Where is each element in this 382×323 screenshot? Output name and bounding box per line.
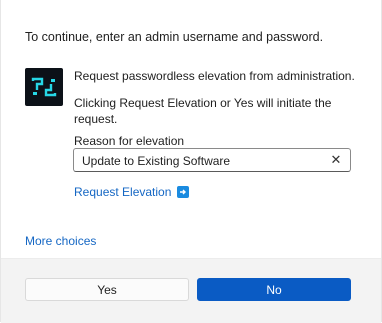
intro-text: To continue, enter an admin username and… [25,30,324,44]
app-logo-icon [25,68,63,106]
no-button[interactable]: No [197,278,351,301]
arrow-right-box-icon[interactable] [177,186,190,198]
more-choices-link[interactable]: More choices [25,234,96,248]
request-note: Clicking Request Elevation or Yes will i… [74,96,332,126]
arrow-right-graphic [180,189,187,195]
uac-dialog: To continue, enter an admin username and… [0,0,382,323]
dialog-footer: Yes No [1,258,381,323]
yes-button[interactable]: Yes [25,278,189,301]
request-elevation-link[interactable]: Request Elevation [74,185,190,199]
reason-input[interactable]: Update to Existing Software ✕ [73,148,351,172]
reason-input-value[interactable]: Update to Existing Software [82,154,230,168]
dialog-body: To continue, enter an admin username and… [1,0,381,258]
reason-label: Reason for elevation [74,134,185,148]
close-icon[interactable]: ✕ [328,152,344,168]
app-logo-graphic [31,77,57,97]
request-elevation-label[interactable]: Request Elevation [74,185,171,199]
request-description: Request passwordless elevation from admi… [74,69,355,83]
